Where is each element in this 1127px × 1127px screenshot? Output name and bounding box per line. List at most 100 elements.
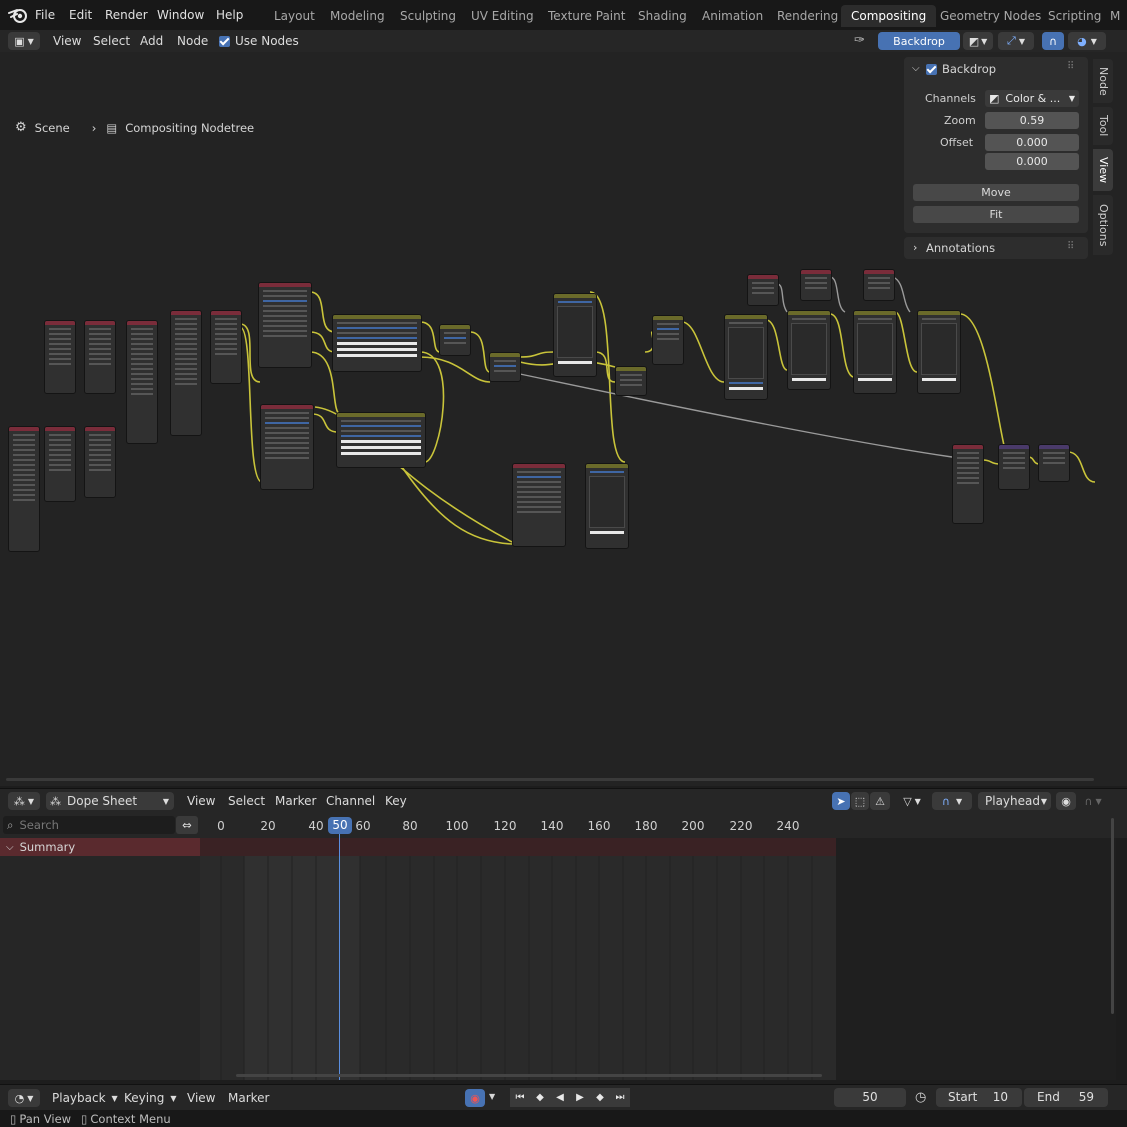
zoom-field[interactable]: 0.59 [985, 112, 1079, 129]
menu-window[interactable]: Window [157, 8, 204, 22]
tab-uv-editing[interactable]: UV Editing [461, 5, 544, 27]
tab-compositing[interactable]: Compositing [841, 5, 937, 27]
playhead-line[interactable] [339, 834, 340, 1080]
tab-texture-paint[interactable]: Texture Paint [538, 5, 635, 27]
editor-type-selector[interactable]: ◔ ▼ [8, 1089, 40, 1107]
tab-geometry-nodes[interactable]: Geometry Nodes [930, 5, 1051, 27]
node-filter-3[interactable] [512, 463, 566, 547]
jump-end-icon[interactable]: ⏭ [610, 1088, 630, 1107]
current-frame-field[interactable]: 50 [834, 1088, 906, 1107]
node-render-layers-5[interactable] [210, 310, 242, 384]
chevron-down-icon[interactable]: ▼ [489, 1092, 495, 1101]
channels-dropdown[interactable]: ◩ Color & ... ▼ [985, 90, 1079, 107]
breadcrumb-scene[interactable]: Scene [35, 121, 70, 135]
swap-filter-icon[interactable]: ⇔ [176, 816, 198, 834]
menu-edit[interactable]: Edit [69, 8, 92, 22]
playhead-snap-dropdown[interactable]: Playhead ▼ [978, 792, 1051, 810]
menu-node[interactable]: Node [177, 34, 208, 48]
node-input-2[interactable] [800, 269, 832, 301]
node-rgb-curves-1[interactable] [553, 293, 597, 377]
editor-type-selector[interactable]: ▣ ▼ [8, 32, 40, 50]
show-hidden-toggle[interactable]: ⬚ [851, 792, 869, 810]
keyframe-area[interactable] [200, 856, 836, 1080]
ds-menu-channel[interactable]: Channel [326, 794, 375, 808]
ds-menu-view[interactable]: View [187, 794, 215, 808]
only-selected-toggle[interactable]: ➤ [832, 792, 850, 810]
snapping-button[interactable]: ⤢ ▼ [998, 32, 1034, 50]
annotations-panel[interactable]: › Annotations ⠿ [904, 237, 1088, 259]
node-math-3[interactable] [615, 366, 647, 396]
node-output-2[interactable] [1038, 444, 1070, 482]
summary-channel[interactable]: ⌵ Summary [0, 838, 200, 856]
backdrop-button[interactable]: Backdrop [878, 32, 960, 50]
ds-snapping-button[interactable]: ∩ ▼ [932, 792, 972, 810]
node-render-layers-1[interactable] [44, 320, 76, 394]
tl-menu-keying[interactable]: Keying ▼ [124, 1091, 176, 1105]
current-frame-indicator[interactable]: 50 [328, 817, 352, 834]
node-output-1[interactable] [998, 444, 1030, 490]
ds-menu-marker[interactable]: Marker [275, 794, 316, 808]
node-render-layers-7[interactable] [44, 426, 76, 502]
proportional-edit-toggle[interactable]: ◉ [1056, 792, 1076, 810]
node-math-1[interactable] [439, 324, 471, 356]
drag-handle-icon[interactable]: ⠿ [1067, 241, 1074, 252]
tl-menu-marker[interactable]: Marker [228, 1091, 269, 1105]
node-rgb-curves-5[interactable] [853, 310, 897, 394]
breadcrumb-nodetree[interactable]: Compositing Nodetree [125, 121, 254, 135]
node-input-3[interactable] [863, 269, 895, 301]
backdrop-toggle[interactable]: Backdrop [926, 62, 996, 76]
node-mix-1[interactable] [332, 314, 422, 372]
tab-shading[interactable]: Shading [628, 5, 697, 27]
overlays-button[interactable]: ◕ ▼ [1068, 32, 1106, 50]
tab-sculpting[interactable]: Sculpting [390, 5, 466, 27]
tab-node[interactable]: Node [1093, 59, 1113, 103]
move-button[interactable]: Move [913, 184, 1079, 201]
filters-dropdown[interactable]: ▽ ▼ [897, 792, 927, 810]
node-rgb-curves-2[interactable] [585, 463, 629, 549]
canvas-horizontal-scrollbar[interactable] [6, 778, 1094, 781]
auto-keying-toggle[interactable]: ◉ [465, 1089, 485, 1107]
node-filter-1[interactable] [258, 282, 312, 368]
menu-select[interactable]: Select [93, 34, 130, 48]
ds-horizontal-scrollbar[interactable] [236, 1074, 822, 1077]
proportional-falloff-dropdown[interactable]: ∩ ▼ [1079, 792, 1107, 810]
menu-help[interactable]: Help [216, 8, 243, 22]
fit-button[interactable]: Fit [913, 206, 1079, 223]
dopesheet-mode-dropdown[interactable]: ⁂ Dope Sheet ▼ [46, 792, 174, 810]
end-frame-field[interactable]: End 59 [1024, 1088, 1108, 1107]
node-render-layers-4[interactable] [170, 310, 202, 436]
ds-menu-select[interactable]: Select [228, 794, 265, 808]
tab-rendering[interactable]: Rendering [767, 5, 848, 27]
magnet-snap-button[interactable]: ∩ [1042, 32, 1064, 50]
tab-layout[interactable]: Layout [264, 5, 325, 27]
offset-x-field[interactable]: 0.000 [985, 134, 1079, 151]
node-filter-2[interactable] [260, 404, 314, 490]
ds-menu-key[interactable]: Key [385, 794, 407, 808]
blender-logo-icon[interactable] [8, 6, 28, 24]
chevron-down-icon[interactable]: ⌵ [912, 63, 920, 74]
offset-y-field[interactable]: 0.000 [985, 153, 1079, 170]
node-render-layers-8[interactable] [84, 426, 116, 498]
menu-add[interactable]: Add [140, 34, 163, 48]
only-errors-toggle[interactable]: ⚠ [870, 792, 890, 810]
prev-keyframe-icon[interactable]: ◆ [530, 1088, 550, 1107]
menu-file[interactable]: File [35, 8, 55, 22]
node-render-layers-3[interactable] [126, 320, 158, 444]
tab-more[interactable]: M [1106, 5, 1124, 27]
play-reverse-icon[interactable]: ◀ [550, 1088, 570, 1107]
tab-modeling[interactable]: Modeling [320, 5, 395, 27]
pin-icon[interactable]: ✑ [854, 33, 865, 48]
tab-animation[interactable]: Animation [692, 5, 773, 27]
start-frame-field[interactable]: Start 10 [936, 1088, 1022, 1107]
use-nodes-toggle[interactable]: Use Nodes [219, 34, 299, 48]
node-render-layers-6[interactable] [8, 426, 40, 552]
menu-view[interactable]: View [53, 34, 81, 48]
node-rgb-curves-3[interactable] [724, 314, 768, 400]
next-keyframe-icon[interactable]: ◆ [590, 1088, 610, 1107]
node-rgb-curves-6[interactable] [917, 310, 961, 394]
node-math-2[interactable] [489, 352, 521, 382]
node-render-layers-2[interactable] [84, 320, 116, 394]
menu-render[interactable]: Render [105, 8, 148, 22]
node-mix-2[interactable] [336, 412, 426, 468]
tab-scripting[interactable]: Scripting [1038, 5, 1111, 27]
